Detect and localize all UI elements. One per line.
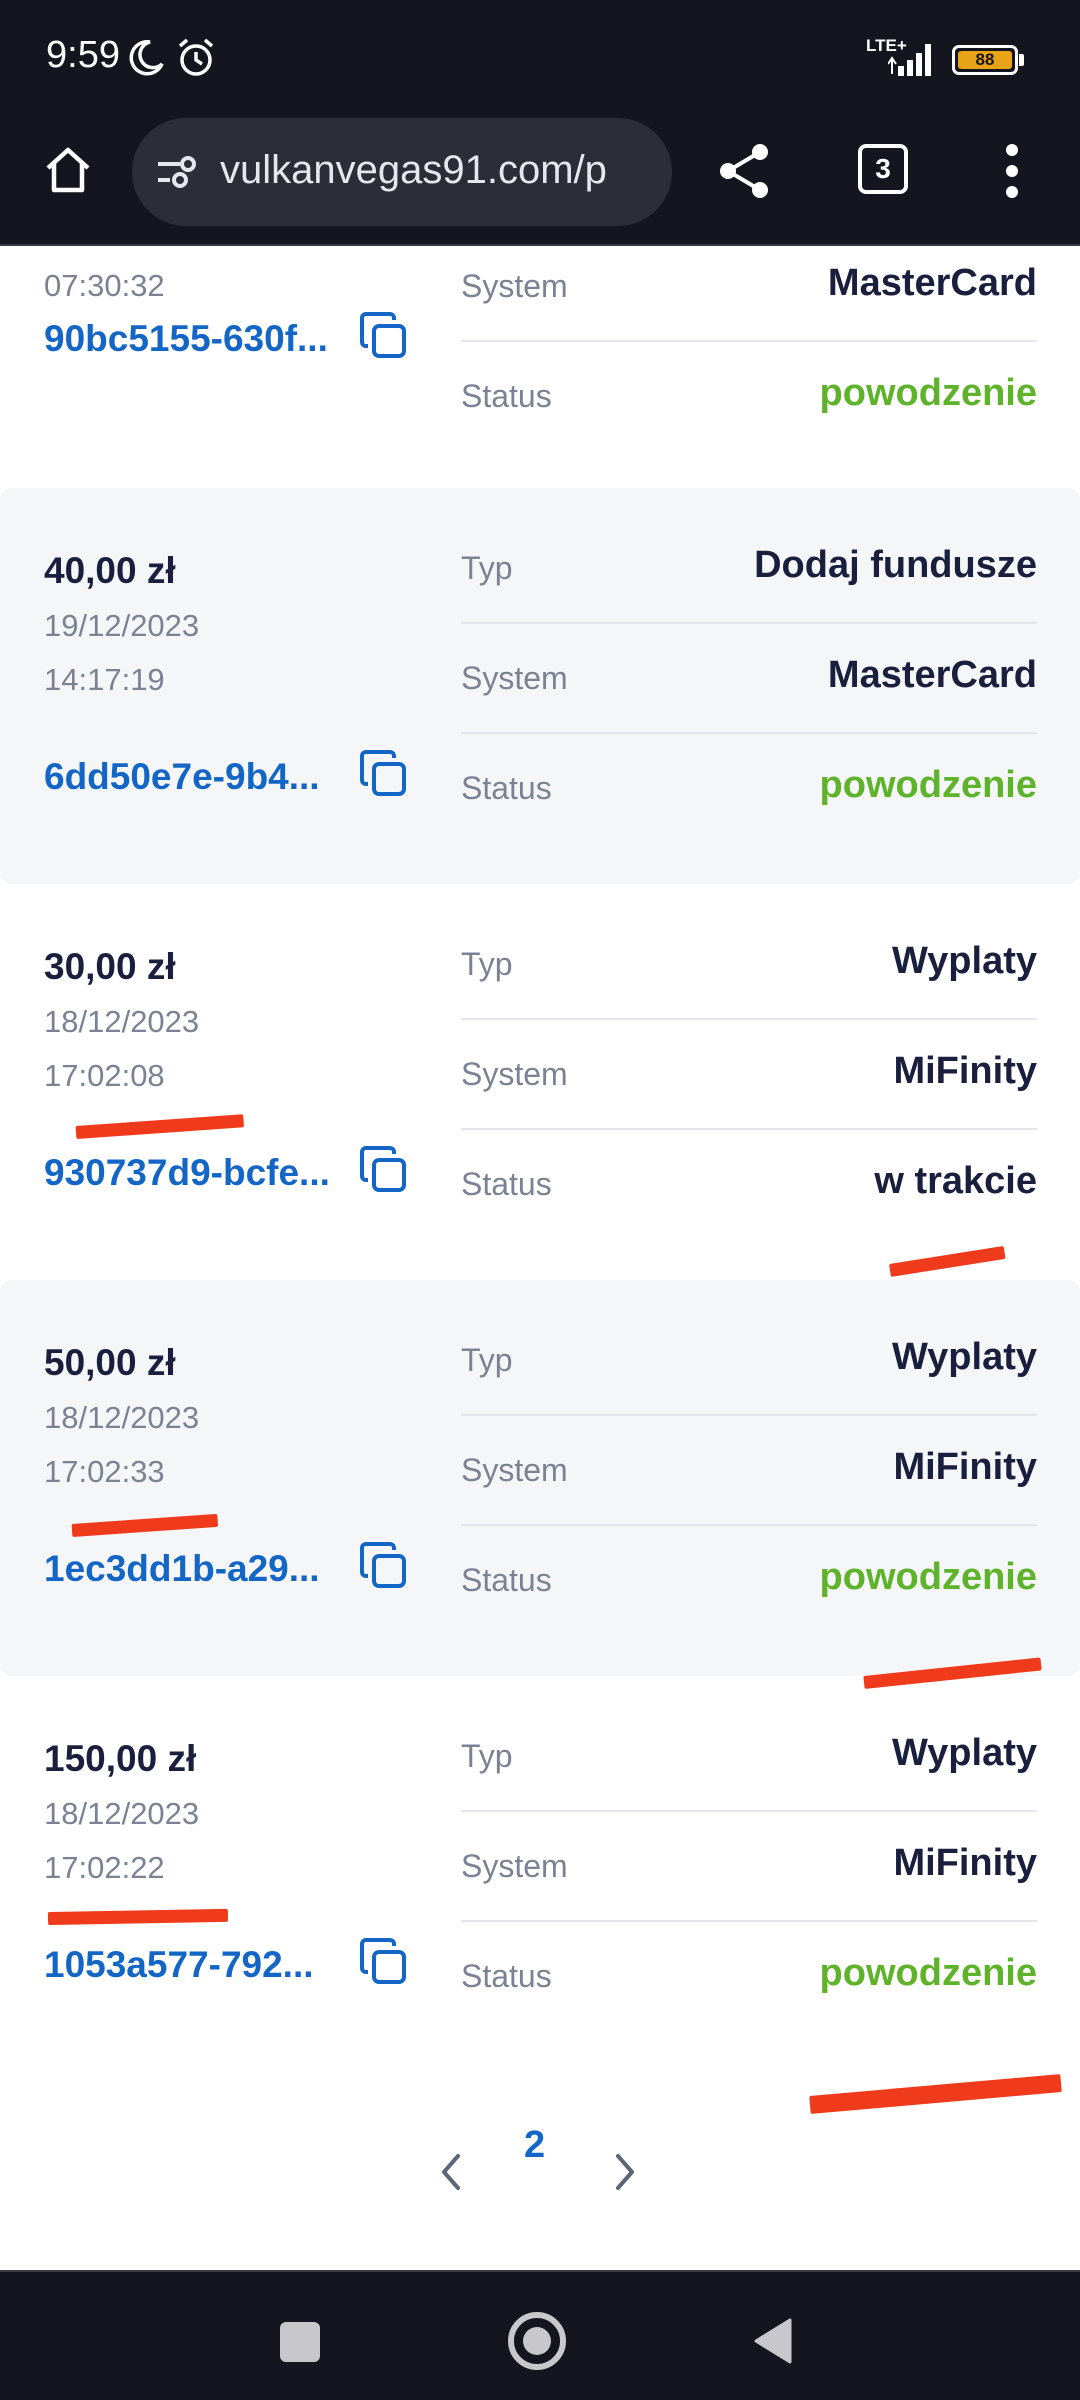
- transaction-amount: 50,00 zł: [44, 1342, 176, 1383]
- detail-row-status: Status powodzenie: [461, 1922, 1037, 2032]
- browser-toolbar: vulkanvegas91.com/p 3: [0, 118, 1080, 246]
- battery-tip: [1019, 54, 1024, 66]
- home-icon[interactable]: [40, 142, 96, 198]
- detail-label: Typ: [461, 1342, 513, 1378]
- battery-level: 88: [958, 51, 1012, 69]
- copy-icon[interactable]: [358, 1540, 410, 1592]
- detail-label: System: [461, 1056, 568, 1092]
- detail-value: Dodaj fundusze: [754, 544, 1037, 586]
- detail-row-type: Typ Wyplaty: [461, 1702, 1037, 1812]
- detail-label: Typ: [461, 1738, 513, 1774]
- detail-row-type: Typ Wyplaty: [461, 1306, 1037, 1416]
- transaction-history: 07:30:32 90bc5155-630f... System MasterC…: [0, 248, 1080, 2270]
- clock: 9:59: [46, 34, 120, 76]
- status-bar: 9:59 LTE+ 88: [0, 0, 1080, 118]
- battery-icon: 88: [952, 45, 1018, 75]
- copy-icon[interactable]: [358, 1936, 410, 1988]
- status-value: powodzenie: [819, 372, 1037, 414]
- transaction-date: 18/12/2023: [44, 1796, 200, 1831]
- transaction-time: 17:02:33: [44, 1454, 165, 1489]
- transaction-amount: 40,00 zł: [44, 550, 176, 591]
- detail-row-status: Status powodzenie: [461, 734, 1037, 844]
- detail-label: Typ: [461, 946, 513, 982]
- detail-value: Wyplaty: [891, 1732, 1037, 1774]
- transaction-time: 07:30:32: [44, 268, 165, 303]
- transaction-time: 17:02:08: [44, 1058, 165, 1093]
- detail-row-status: Status w trakcie: [461, 1130, 1037, 1240]
- detail-row-status: Status powodzenie: [461, 342, 1037, 452]
- home-button[interactable]: [508, 2312, 566, 2370]
- transaction-date: 18/12/2023: [44, 1004, 200, 1039]
- url-text[interactable]: vulkanvegas91.com/p: [220, 148, 660, 193]
- detail-row-system: System MiFinity: [461, 1416, 1037, 1526]
- back-triangle-icon[interactable]: [752, 2316, 794, 2366]
- transaction-card: 07:30:32 90bc5155-630f... System MasterC…: [0, 248, 1080, 488]
- detail-row-status: Status powodzenie: [461, 1526, 1037, 1636]
- tab-switcher-button[interactable]: 3: [858, 144, 908, 194]
- detail-label: System: [461, 268, 568, 304]
- detail-label: Status: [461, 1958, 552, 1994]
- detail-value: MiFinity: [893, 1446, 1037, 1488]
- detail-row-type: Typ Dodaj fundusze: [461, 514, 1037, 624]
- detail-value: MiFinity: [893, 1050, 1037, 1092]
- transaction-time: 17:02:22: [44, 1850, 165, 1885]
- detail-label: System: [461, 660, 568, 696]
- copy-icon[interactable]: [358, 1144, 410, 1196]
- detail-label: Status: [461, 1562, 552, 1598]
- transaction-amount: 30,00 zł: [44, 946, 176, 987]
- transaction-date: 19/12/2023: [44, 608, 200, 643]
- status-value: w trakcie: [874, 1160, 1037, 1202]
- copy-icon[interactable]: [358, 310, 410, 362]
- detail-row-system: System MiFinity: [461, 1812, 1037, 1922]
- system-navigation-bar: [0, 2270, 1080, 2400]
- share-icon[interactable]: [716, 140, 774, 202]
- detail-value: MasterCard: [827, 262, 1037, 304]
- transaction-id-link[interactable]: 6dd50e7e-9b4...: [44, 756, 320, 798]
- detail-label: Status: [461, 770, 552, 806]
- recents-button[interactable]: [280, 2322, 320, 2362]
- detail-value: MiFinity: [893, 1842, 1037, 1884]
- transaction-id-link[interactable]: 1053a577-792...: [44, 1944, 314, 1986]
- detail-row-system: System MasterCard: [461, 624, 1037, 734]
- detail-row-system: System MasterCard: [461, 248, 1037, 342]
- annotation-underline: [809, 2074, 1062, 2114]
- transaction-time: 14:17:19: [44, 662, 165, 697]
- status-value: powodzenie: [819, 764, 1037, 806]
- transaction-id-link[interactable]: 930737d9-bcfe...: [44, 1152, 330, 1194]
- detail-label: Status: [461, 378, 552, 414]
- transaction-card: 40,00 zł 19/12/2023 14:17:19 6dd50e7e-9b…: [0, 488, 1080, 884]
- more-menu-icon[interactable]: [1002, 140, 1022, 202]
- detail-row-type: Typ Wyplaty: [461, 910, 1037, 1020]
- transaction-id-link[interactable]: 90bc5155-630f...: [44, 318, 328, 360]
- status-value: powodzenie: [819, 1952, 1037, 1994]
- transaction-card: 50,00 zł 18/12/2023 17:02:33 1ec3dd1b-a2…: [0, 1280, 1080, 1676]
- copy-icon[interactable]: [358, 748, 410, 800]
- current-page[interactable]: 2: [524, 2124, 545, 2167]
- alarm-icon: [178, 38, 214, 76]
- signal-icon: [888, 44, 931, 76]
- site-settings-icon[interactable]: [154, 152, 202, 192]
- transaction-id-link[interactable]: 1ec3dd1b-a29...: [44, 1548, 320, 1590]
- address-bar[interactable]: vulkanvegas91.com/p: [132, 118, 672, 226]
- detail-value: Wyplaty: [891, 1336, 1037, 1378]
- detail-value: Wyplaty: [891, 940, 1037, 982]
- moon-icon: [129, 40, 164, 76]
- chevron-right-icon[interactable]: [610, 2152, 640, 2192]
- home-button-dot: [523, 2327, 551, 2355]
- detail-row-system: System MiFinity: [461, 1020, 1037, 1130]
- chevron-left-icon[interactable]: [436, 2152, 466, 2192]
- transaction-card: 150,00 zł 18/12/2023 17:02:22 1053a577-7…: [0, 1676, 1080, 2072]
- detail-label: System: [461, 1452, 568, 1488]
- transaction-date: 18/12/2023: [44, 1400, 200, 1435]
- transaction-card: 30,00 zł 18/12/2023 17:02:08 930737d9-bc…: [0, 884, 1080, 1280]
- status-value: powodzenie: [819, 1556, 1037, 1598]
- detail-label: System: [461, 1848, 568, 1884]
- detail-label: Typ: [461, 550, 513, 586]
- detail-value: MasterCard: [827, 654, 1037, 696]
- detail-label: Status: [461, 1166, 552, 1202]
- transaction-amount: 150,00 zł: [44, 1738, 197, 1779]
